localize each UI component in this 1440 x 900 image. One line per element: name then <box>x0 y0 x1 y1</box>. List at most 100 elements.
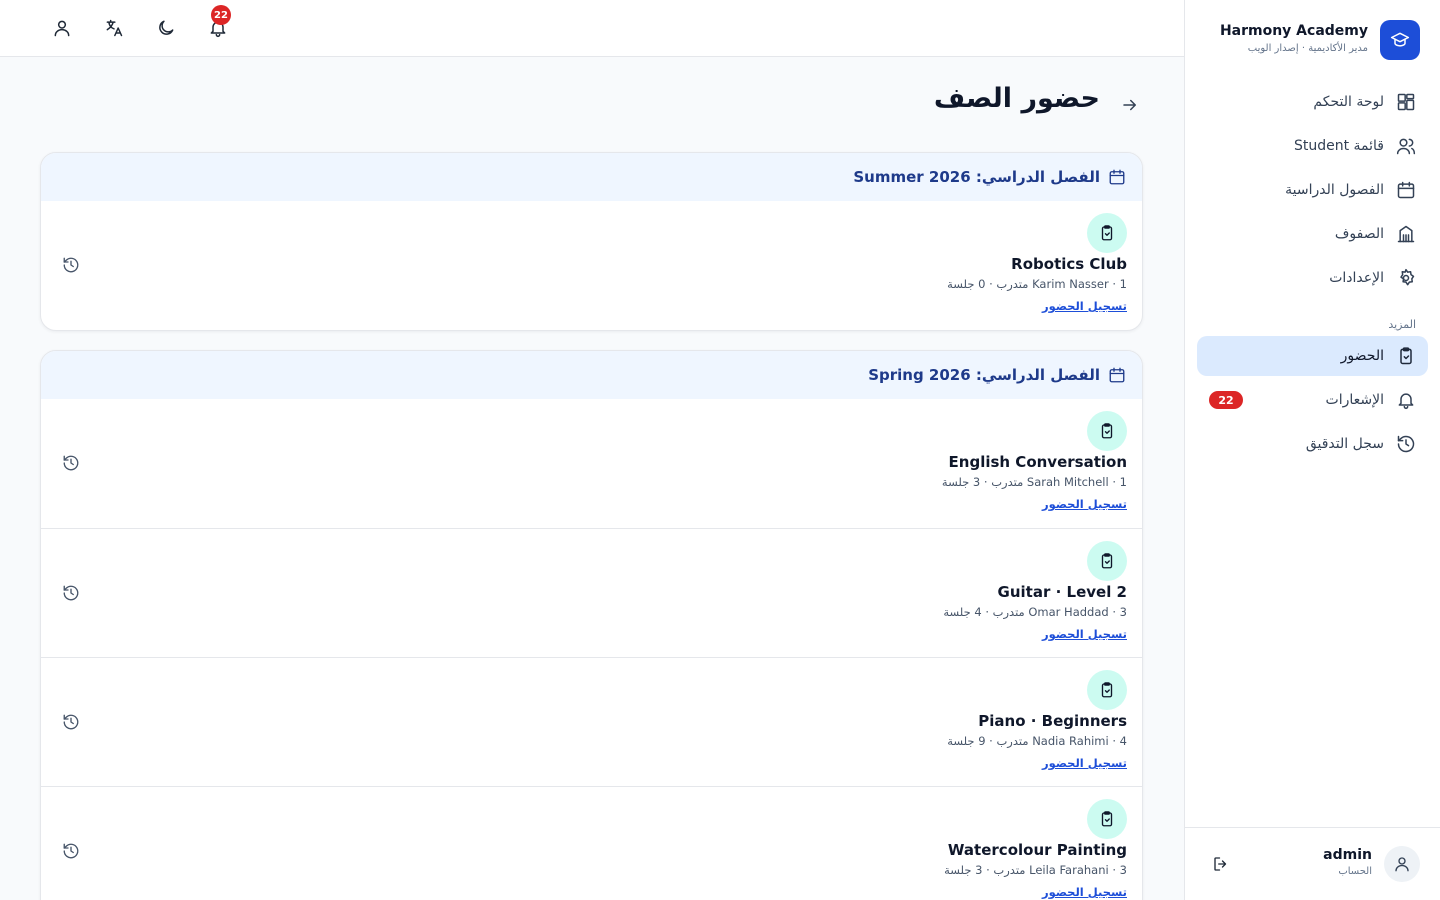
clipboard-check-icon <box>1101 423 1113 439</box>
class-icon <box>1087 411 1127 451</box>
account-panel: admin الحساب <box>1185 827 1440 900</box>
page-title: حضور الصف <box>933 83 1100 114</box>
sidebar-item-classes[interactable]: الصفوف <box>1197 214 1428 254</box>
profile-button[interactable] <box>48 14 76 42</box>
record-attendance-link[interactable]: تسجيل الحضور <box>1042 298 1127 314</box>
sidebar-item-students[interactable]: قائمة Student <box>1197 126 1428 166</box>
users-icon <box>1396 136 1416 156</box>
class-icon <box>1087 213 1127 253</box>
brand-logo <box>1380 20 1420 60</box>
sidebar-item-label: سجل التدقيق <box>1305 436 1384 452</box>
term-card: الفصل الدراسي: Summer 2026 Robotics Club… <box>40 152 1143 331</box>
notifications-button[interactable]: 22 <box>204 5 232 42</box>
class-meta: 1 · Karim Nasser متدرب · 0 جلسة <box>947 277 1127 291</box>
calendar-icon <box>1396 180 1416 200</box>
record-attendance-link[interactable]: تسجيل الحضور <box>1042 496 1127 512</box>
class-meta: 4 · Nadia Rahimi متدرب · 9 جلسة <box>947 734 1127 748</box>
account-name: admin <box>1323 847 1372 863</box>
history-button[interactable] <box>61 712 81 732</box>
term-title: الفصل الدراسي: Summer 2026 <box>853 168 1100 186</box>
class-meta: 3 · Leila Farahani متدرب · 3 جلسة <box>944 863 1127 877</box>
sidebar-item-notifications[interactable]: الإشعارات 22 <box>1197 380 1428 420</box>
sidebar: Harmony Academy مدير الأكاديمية · إصدار … <box>1184 0 1440 900</box>
class-icon <box>1087 670 1127 710</box>
class-name: Watercolour Painting <box>947 841 1127 859</box>
sidebar-item-label: لوحة التحكم <box>1313 94 1384 110</box>
sidebar-item-audit-log[interactable]: سجل التدقيق <box>1197 424 1428 464</box>
sidebar-item-label: الحضور <box>1340 348 1384 364</box>
brand: Harmony Academy مدير الأكاديمية · إصدار … <box>1204 20 1420 60</box>
arrow-right-icon <box>1123 99 1136 111</box>
class-meta: 1 · Sarah Mitchell متدرب · 3 جلسة <box>941 475 1127 489</box>
class-name: Piano · Beginners <box>978 712 1127 730</box>
bell-icon <box>1396 390 1416 410</box>
class-row: Piano · Beginners 4 · Nadia Rahimi متدرب… <box>41 657 1142 786</box>
sidebar-item-label: قائمة Student <box>1293 138 1384 154</box>
history-button[interactable] <box>61 255 81 275</box>
term-header: الفصل الدراسي: Summer 2026 <box>41 153 1142 201</box>
language-button[interactable] <box>100 14 128 42</box>
history-icon <box>63 585 79 601</box>
sidebar-item-label: الفصول الدراسية <box>1285 182 1384 198</box>
record-attendance-link[interactable]: تسجيل الحضور <box>1042 755 1127 771</box>
sidebar-item-settings[interactable]: الإعدادات <box>1197 258 1428 298</box>
clipboard-check-icon <box>1101 682 1113 698</box>
class-meta: 3 · Omar Haddad متدرب · 4 جلسة <box>943 605 1127 619</box>
history-icon <box>1396 434 1416 454</box>
brand-name: Harmony Academy <box>1219 23 1368 39</box>
user-icon <box>54 20 70 37</box>
sidebar-item-label: الإعدادات <box>1329 270 1384 286</box>
sidebar-item-dashboard[interactable]: لوحة التحكم <box>1197 82 1428 122</box>
sidebar-item-terms[interactable]: الفصول الدراسية <box>1197 170 1428 210</box>
logout-button[interactable] <box>1211 854 1231 874</box>
building-icon <box>1396 224 1416 244</box>
top-bar: 22 <box>0 0 1184 57</box>
class-row: Watercolour Painting 3 · Leila Farahani … <box>41 786 1142 900</box>
account-text: admin الحساب <box>1323 846 1372 880</box>
sidebar-item-attendance[interactable]: الحضور <box>1197 336 1428 376</box>
class-icon <box>1087 541 1127 581</box>
graduation-cap-icon <box>1390 32 1410 47</box>
sidebar-section-more: المزيد <box>1388 318 1416 331</box>
class-name: English Conversation <box>948 453 1127 471</box>
history-icon <box>63 843 79 859</box>
brand-text: Harmony Academy مدير الأكاديمية · إصدار … <box>1220 20 1368 56</box>
clipboard-check-icon <box>1396 346 1416 366</box>
class-row: Robotics Club 1 · Karim Nasser متدرب · 0… <box>41 201 1142 330</box>
class-icon <box>1087 799 1127 839</box>
term-header: الفصل الدراسي: Spring 2026 <box>41 351 1142 399</box>
theme-toggle-button[interactable] <box>152 14 180 42</box>
calendar-icon <box>1109 367 1125 383</box>
class-name: Guitar · Level 2 <box>997 583 1127 601</box>
history-button[interactable] <box>61 453 81 473</box>
gear-icon <box>1396 268 1416 288</box>
sidebar-nav: لوحة التحكم قائمة Student الفصول الدراسي… <box>1197 82 1428 468</box>
moon-icon <box>159 20 174 35</box>
term-card: الفصل الدراسي: Spring 2026 English Conve… <box>40 350 1143 900</box>
clipboard-check-icon <box>1101 225 1113 241</box>
clipboard-check-icon <box>1101 553 1113 569</box>
back-button[interactable] <box>1118 94 1142 116</box>
sidebar-item-label: الإشعارات <box>1325 392 1384 408</box>
class-row: Guitar · Level 2 3 · Omar Haddad متدرب ·… <box>41 528 1142 657</box>
clipboard-check-icon <box>1101 811 1113 827</box>
calendar-icon <box>1109 169 1125 185</box>
translate-icon <box>106 19 123 37</box>
sidebar-item-label: الصفوف <box>1334 226 1384 242</box>
history-button[interactable] <box>61 583 81 603</box>
brand-subtitle: مدير الأكاديمية · إصدار الويب <box>1247 43 1368 54</box>
logout-icon <box>1214 857 1227 871</box>
account-subtitle: الحساب <box>1338 866 1372 877</box>
history-button[interactable] <box>61 841 81 861</box>
class-row: English Conversation 1 · Sarah Mitchell … <box>41 399 1142 528</box>
class-name: Robotics Club <box>1011 255 1127 273</box>
dashboard-icon <box>1396 92 1416 112</box>
history-icon <box>63 714 79 730</box>
record-attendance-link[interactable]: تسجيل الحضور <box>1042 884 1127 900</box>
notification-count-badge: 22 <box>211 5 231 25</box>
record-attendance-link[interactable]: تسجيل الحضور <box>1042 626 1127 642</box>
history-icon <box>63 455 79 471</box>
avatar <box>1384 846 1420 882</box>
history-icon <box>63 257 79 273</box>
notifications-count-badge: 22 <box>1209 391 1243 409</box>
